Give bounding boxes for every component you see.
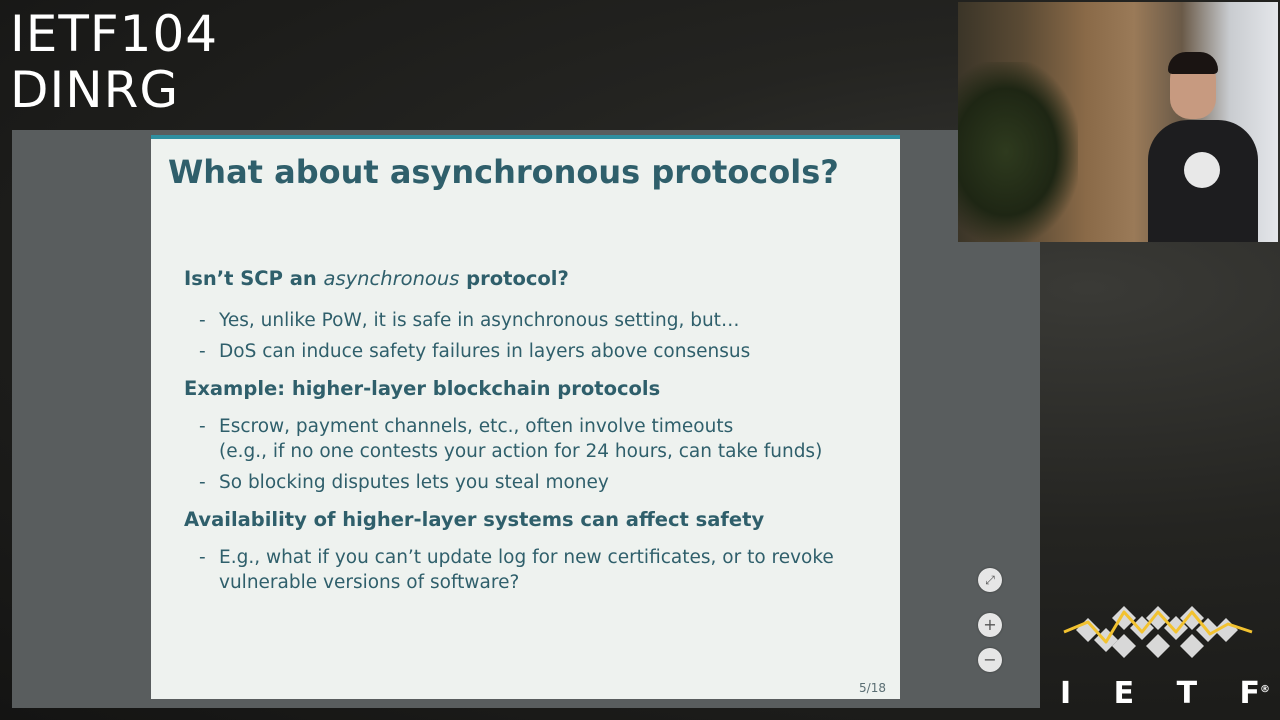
shirt-graphic: [1184, 152, 1220, 188]
speaker-hair: [1168, 52, 1218, 74]
zoom-out-button[interactable]: −: [978, 648, 1002, 672]
plant-image: [958, 62, 1078, 242]
ietf-wordmark: I E T F®: [1060, 676, 1270, 711]
plus-icon: +: [983, 615, 997, 634]
minus-icon: −: [983, 650, 997, 669]
fullscreen-button[interactable]: ⤢: [978, 568, 1002, 592]
bullet-item: - So blocking disputes lets you steal mon…: [199, 470, 609, 495]
bullet-item: - E.g., what if you can’t update log for …: [199, 545, 834, 595]
bullet-marker: -: [199, 416, 206, 437]
event-title-line2: DINRG: [10, 61, 180, 119]
event-title-line1: IETF104: [10, 5, 219, 63]
bullet-marker: -: [199, 547, 206, 568]
bullet-item: - DoS can induce safety failures in layer…: [199, 339, 750, 364]
bullet-marker: -: [199, 472, 206, 493]
registered-mark: ®: [1260, 684, 1270, 695]
event-title: IETF104 DINRG: [10, 6, 218, 118]
wordmark-letter-f: F®: [1240, 676, 1271, 711]
bullet-text-continuation: (e.g., if no one contests your action fo…: [219, 441, 823, 462]
bullet-text: DoS can induce safety failures in layers…: [219, 341, 751, 362]
bullet-text: So blocking disputes lets you steal mone…: [219, 472, 609, 493]
fullscreen-icon: ⤢: [985, 573, 995, 587]
section-heading-2: Example: higher-layer blockchain protoco…: [184, 377, 661, 400]
video-stage: IETF104 DINRG What about asynchronous pr…: [0, 0, 1280, 720]
bullet-item: - Yes, unlike PoW, it is safe in asynchro…: [199, 308, 739, 333]
zoom-in-button[interactable]: +: [978, 613, 1002, 637]
speaker-camera-feed: [958, 2, 1278, 242]
slide: What about asynchronous protocols? Isn’t…: [151, 135, 900, 699]
heading-emphasis: asynchronous: [323, 267, 460, 290]
bullet-marker: -: [199, 341, 206, 362]
slide-page-number: 5/18: [859, 681, 886, 695]
heading-text: protocol?: [459, 267, 569, 290]
slide-viewer[interactable]: What about asynchronous protocols? Isn’t…: [12, 130, 1040, 708]
bullet-marker: -: [199, 310, 206, 331]
bullet-text: Escrow, payment channels, etc., often in…: [219, 416, 734, 437]
wordmark-letter: E: [1113, 676, 1135, 711]
wordmark-letter: T: [1176, 676, 1198, 711]
slide-title: What about asynchronous protocols?: [168, 153, 839, 191]
section-heading-3: Availability of higher-layer systems can…: [184, 508, 765, 531]
wordmark-letter: I: [1060, 676, 1072, 711]
bullet-text-continuation: vulnerable versions of software?: [219, 572, 520, 593]
wordmark-letter: F: [1239, 676, 1261, 711]
bullet-item: - Escrow, payment channels, etc., often i…: [199, 414, 822, 464]
bullet-text: E.g., what if you can’t update log for n…: [219, 547, 834, 568]
section-heading-1: Isn’t SCP an asynchronous protocol?: [184, 267, 569, 290]
bullet-text: Yes, unlike PoW, it is safe in asynchron…: [219, 310, 740, 331]
heading-text: Isn’t SCP an: [184, 267, 324, 290]
